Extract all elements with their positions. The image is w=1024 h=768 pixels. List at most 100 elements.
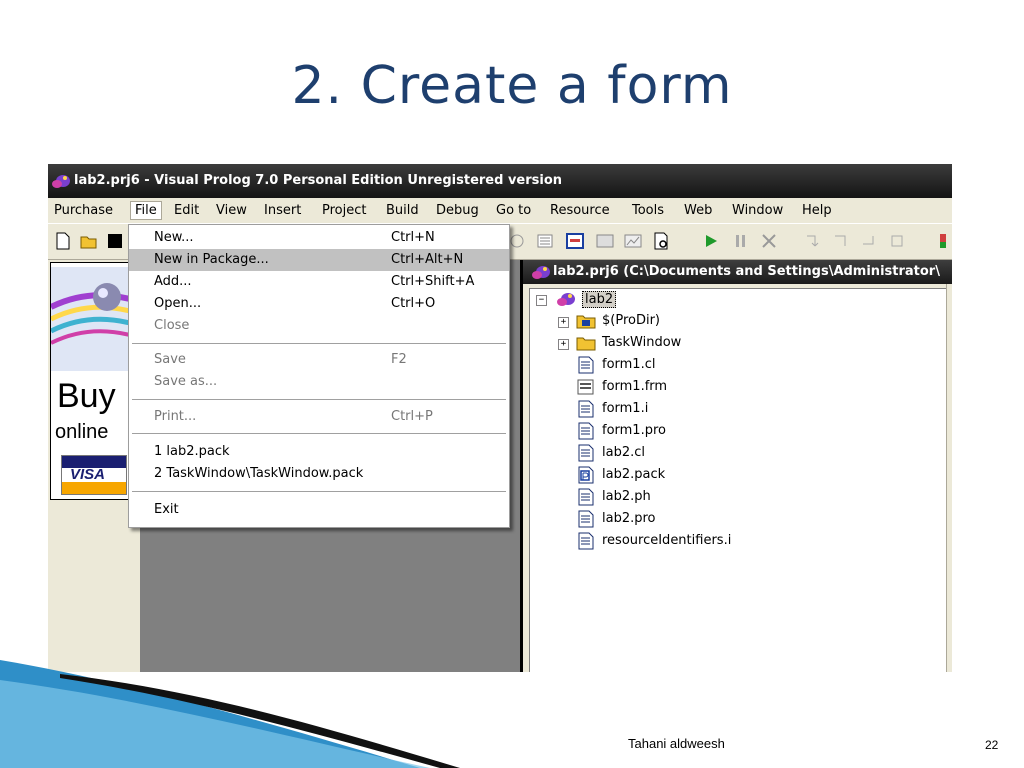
menu-build[interactable]: Build [386, 203, 419, 218]
file-menu-dropdown: New... Ctrl+N New in Package... Ctrl+Alt… [128, 224, 510, 528]
menu-item-save-as: Save as... [129, 371, 509, 393]
menu-view[interactable]: View [216, 203, 247, 218]
window-title: lab2.prj6 - Visual Prolog 7.0 Personal E… [74, 173, 563, 188]
menu-item-exit[interactable]: Exit [129, 499, 509, 521]
document-file-icon [578, 444, 594, 462]
globe-logo-icon [51, 267, 137, 371]
ad-buy-text: Buy [57, 377, 116, 415]
menu-item-label: Exit [154, 502, 179, 517]
menu-debug[interactable]: Debug [436, 203, 479, 218]
menu-item-recent-1[interactable]: 1 lab2.pack [129, 441, 509, 463]
tree-root-label: lab2 [582, 291, 617, 308]
visa-logo: VISA [61, 455, 127, 495]
menu-separator [132, 399, 506, 400]
tb-dialog-icon[interactable] [566, 232, 584, 250]
menu-resource[interactable]: Resource [550, 203, 610, 218]
form-file-icon [577, 379, 594, 395]
menu-item-label: New... [154, 230, 194, 245]
menu-item-shortcut: Ctrl+O [391, 296, 436, 311]
package-file-icon [578, 466, 594, 484]
menu-file[interactable]: File [130, 201, 162, 220]
run-to-cursor-icon[interactable] [888, 232, 906, 250]
purchase-ad[interactable]: Buy online VISA [50, 262, 138, 500]
menu-item-save: Save F2 [129, 349, 509, 371]
new-file-icon[interactable] [54, 232, 72, 250]
root-collapse-toggle[interactable]: − [536, 295, 547, 306]
slide-page-number: 22 [985, 738, 999, 752]
project-window-titlebar: lab2.prj6 (C:\Documents and Settings\Adm… [523, 260, 952, 284]
menu-item-recent-2[interactable]: 2 TaskWindow\TaskWindow.pack [129, 463, 509, 485]
stop-icon[interactable] [760, 232, 778, 250]
breakpoint-icon[interactable] [934, 232, 952, 250]
document-file-icon [578, 532, 594, 550]
tb-list-icon[interactable] [536, 232, 554, 250]
menu-item-new[interactable]: New... Ctrl+N [129, 227, 509, 249]
slide-title: 2. Create a form [291, 56, 733, 116]
menu-separator [132, 343, 506, 344]
document-file-icon [578, 510, 594, 528]
menu-item-new-in-package[interactable]: New in Package... Ctrl+Alt+N [129, 249, 509, 271]
menu-item-close: Close [129, 315, 509, 337]
project-root-icon [557, 293, 575, 306]
tree-file-label: lab2.pro [602, 511, 656, 526]
menu-window[interactable]: Window [732, 203, 783, 218]
open-folder-icon[interactable] [80, 232, 98, 250]
project-window-title: lab2.prj6 (C:\Documents and Settings\Adm… [553, 264, 940, 279]
menu-item-label: 1 lab2.pack [154, 444, 230, 459]
tree-file-label: form1.frm [602, 379, 668, 394]
step-out-icon[interactable] [860, 232, 878, 250]
document-file-icon [578, 488, 594, 506]
project-window: lab2.prj6 (C:\Documents and Settings\Adm… [520, 260, 952, 672]
menu-item-open[interactable]: Open... Ctrl+O [129, 293, 509, 315]
menu-web[interactable]: Web [684, 203, 712, 218]
menu-item-label: Add... [154, 274, 192, 289]
menu-help[interactable]: Help [802, 203, 832, 218]
slide-decoration [0, 660, 460, 768]
project-icon [532, 266, 550, 279]
package-folder-icon [576, 315, 596, 329]
menu-item-shortcut: Ctrl+Shift+A [391, 274, 475, 289]
menu-goto[interactable]: Go to [496, 203, 531, 218]
menu-item-label: Open... [154, 296, 202, 311]
tree-file-label: lab2.ph [602, 489, 651, 504]
tb-window-icon[interactable] [596, 232, 614, 250]
menu-insert[interactable]: Insert [264, 203, 301, 218]
tb-toggle-icon[interactable] [508, 232, 526, 250]
tree-file-label: form1.i [602, 401, 649, 416]
tb-chart-icon[interactable] [624, 232, 642, 250]
step-over-icon[interactable] [832, 232, 850, 250]
menu-item-label: New in Package... [154, 252, 269, 267]
menubar: Purchase File Edit View Insert Project B… [48, 198, 952, 224]
folder-icon [576, 337, 596, 351]
slide-author: Tahani aldweesh [628, 736, 725, 751]
ad-online-text: online [55, 421, 109, 443]
menu-separator [132, 433, 506, 434]
tree-file-label: lab2.pack [602, 467, 666, 482]
menu-item-label: Print... [154, 409, 197, 424]
menu-item-label: Close [154, 318, 190, 333]
prodir-expand-toggle[interactable]: + [558, 317, 569, 328]
project-scrollbar[interactable] [946, 284, 952, 672]
app-screenshot: lab2.prj6 - Visual Prolog 7.0 Personal E… [48, 164, 952, 672]
taskwindow-expand-toggle[interactable]: + [558, 339, 569, 350]
tree-file-label: resourceIdentifiers.i [602, 533, 732, 548]
menu-item-label: 2 TaskWindow\TaskWindow.pack [154, 466, 364, 481]
print-preview-icon[interactable] [652, 232, 670, 250]
menu-item-print: Print... Ctrl+P [129, 406, 509, 428]
menu-purchase[interactable]: Purchase [54, 203, 113, 218]
window-titlebar: lab2.prj6 - Visual Prolog 7.0 Personal E… [48, 164, 952, 198]
menu-item-shortcut: Ctrl+Alt+N [391, 252, 464, 267]
menu-tools[interactable]: Tools [632, 203, 664, 218]
left-panel: Buy online VISA [48, 260, 140, 672]
run-icon[interactable] [702, 232, 720, 250]
menu-edit[interactable]: Edit [174, 203, 199, 218]
tree-folder-label: $(ProDir) [602, 313, 661, 328]
document-file-icon [578, 422, 594, 440]
save-icon[interactable] [106, 232, 124, 250]
step-into-icon[interactable] [804, 232, 822, 250]
tree-file-label: form1.pro [602, 423, 666, 438]
menu-project[interactable]: Project [322, 203, 366, 218]
pause-icon[interactable] [732, 232, 750, 250]
visa-text: VISA [70, 466, 106, 483]
menu-item-add[interactable]: Add... Ctrl+Shift+A [129, 271, 509, 293]
